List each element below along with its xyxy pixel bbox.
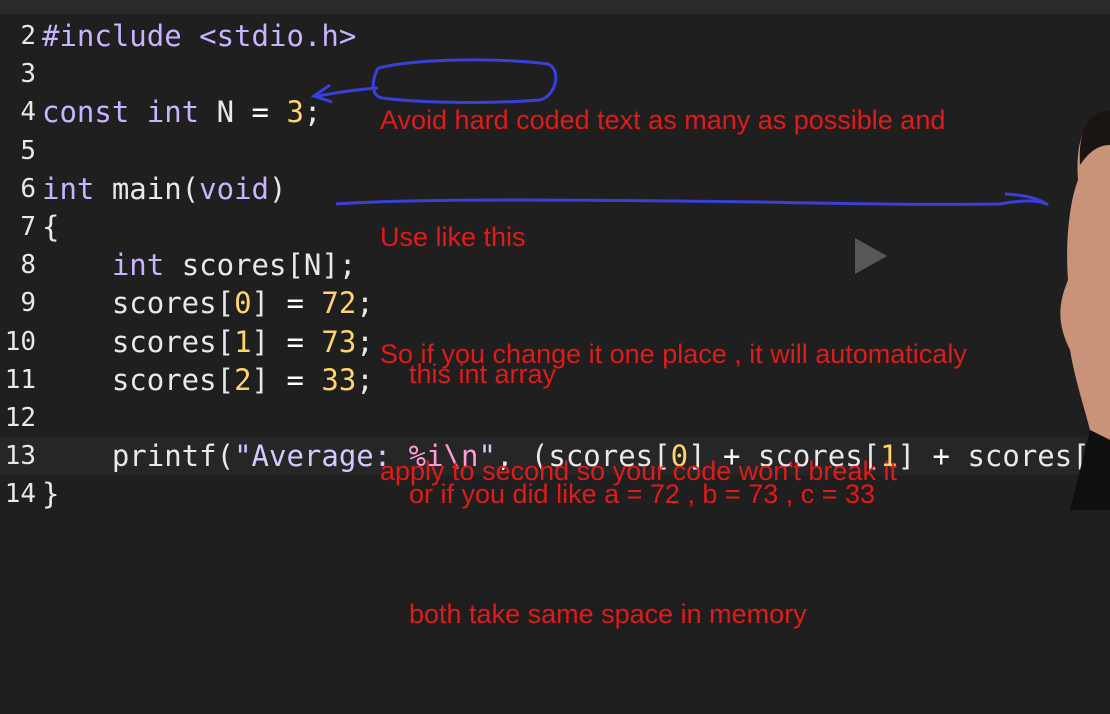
pen-underline [335,198,1046,206]
pen-arrow-line [317,86,379,98]
pen-circle-use-like-this [371,58,558,104]
code-editor[interactable]: 2 #include <stdio.h> 3 4 const int N = 3; 5 6 i… [0,0,1110,629]
pen-annotations [310,58,1049,207]
annotation-line: both take same space in memory [409,599,807,629]
